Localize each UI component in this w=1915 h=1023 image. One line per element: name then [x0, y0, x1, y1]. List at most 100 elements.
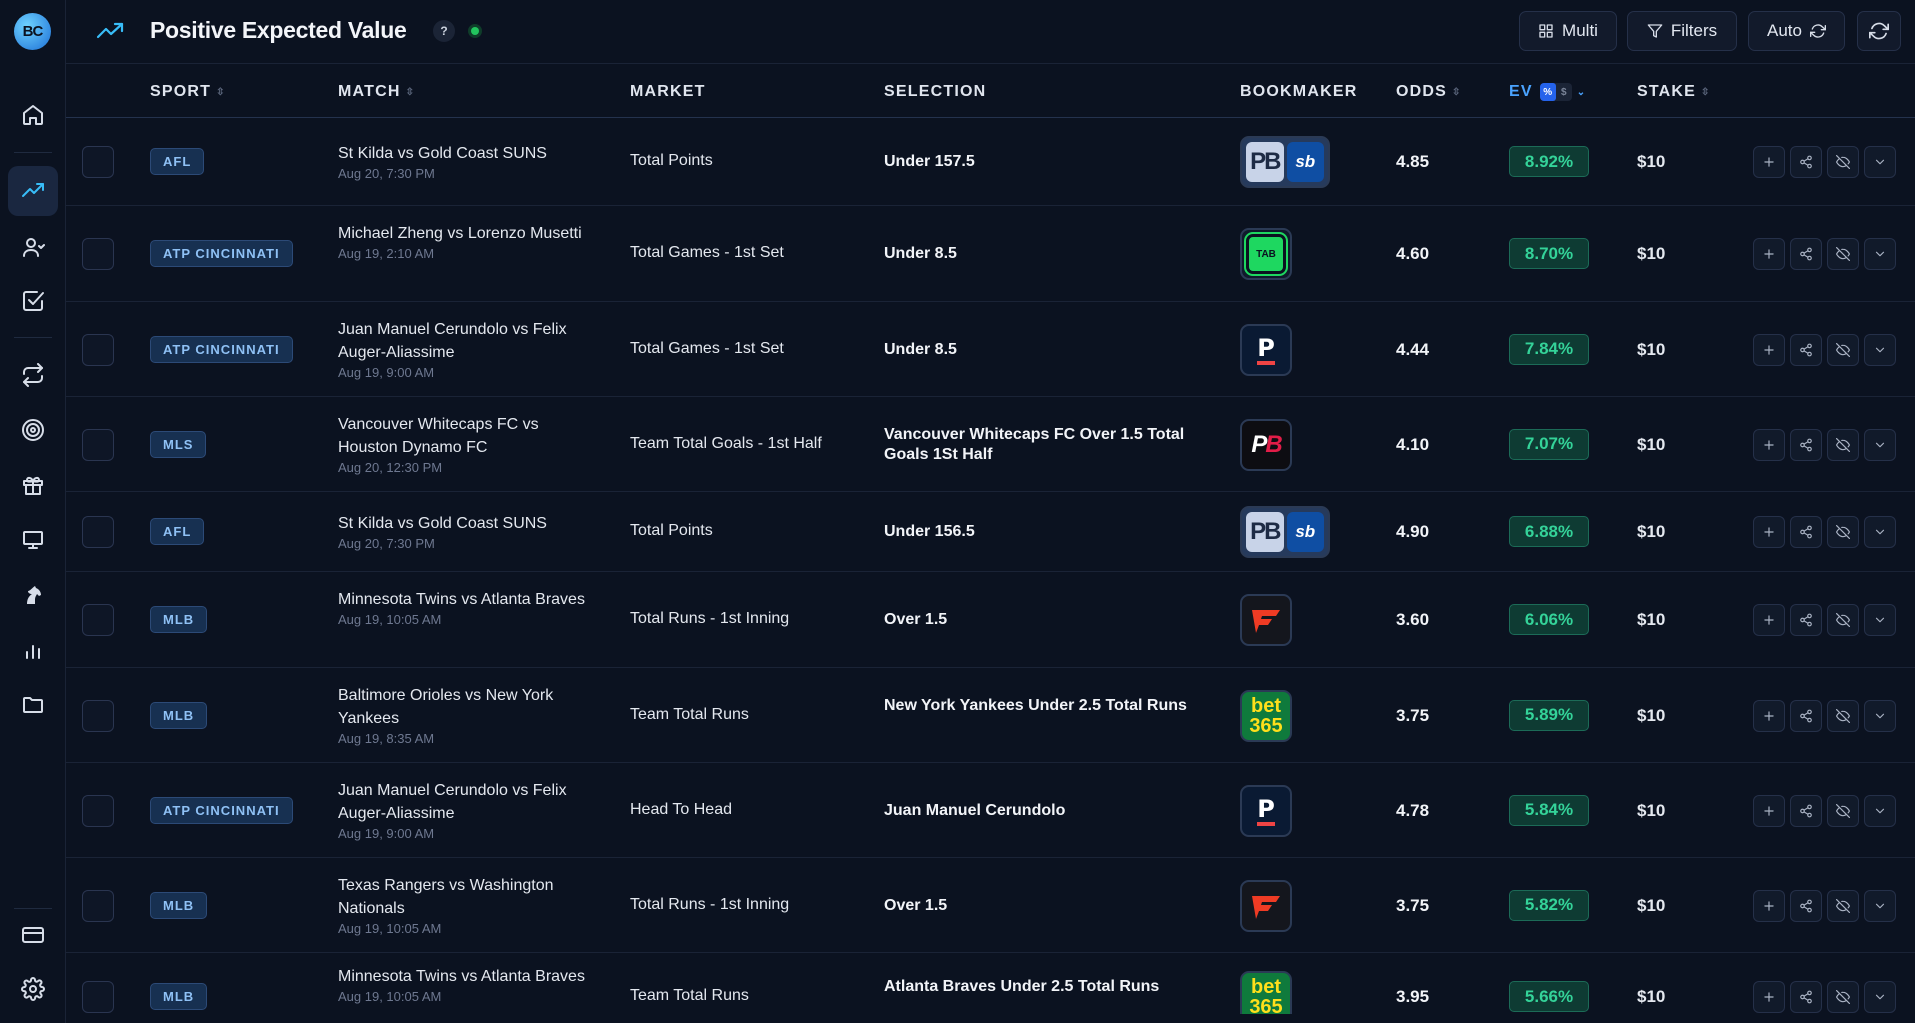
expand-button[interactable] — [1864, 699, 1896, 732]
multi-button[interactable]: Multi — [1519, 11, 1617, 51]
table-row[interactable]: MLB Texas Rangers vs Washington National… — [66, 858, 1915, 953]
hide-button[interactable] — [1827, 146, 1859, 178]
share-button[interactable] — [1790, 333, 1822, 366]
add-bet-button[interactable] — [1753, 889, 1785, 922]
expand-button[interactable] — [1864, 794, 1896, 827]
gift-icon[interactable] — [8, 460, 58, 510]
match-cell[interactable]: Baltimore Orioles vs New York Yankees Au… — [338, 684, 598, 748]
expand-button[interactable] — [1864, 604, 1896, 636]
monitor-icon[interactable] — [8, 515, 58, 565]
dollar-toggle[interactable]: $ — [1556, 83, 1572, 101]
auto-button[interactable]: Auto — [1748, 11, 1845, 51]
expand-button[interactable] — [1864, 516, 1896, 548]
match-cell[interactable]: Vancouver Whitecaps FC vs Houston Dynamo… — [338, 413, 598, 477]
add-bet-button[interactable] — [1753, 981, 1785, 1013]
hide-button[interactable] — [1827, 428, 1859, 461]
bookmaker-cell[interactable]: PB — [1240, 418, 1292, 471]
expand-button[interactable] — [1864, 238, 1896, 270]
table-row[interactable]: AFL St Kilda vs Gold Coast SUNS Aug 20, … — [66, 492, 1915, 572]
expand-button[interactable] — [1864, 981, 1896, 1013]
match-cell[interactable]: Minnesota Twins vs Atlanta Braves Aug 19… — [338, 965, 598, 1006]
row-checkbox[interactable] — [82, 238, 114, 270]
hide-button[interactable] — [1827, 333, 1859, 366]
column-match[interactable]: MATCH ⇳ — [338, 83, 414, 101]
row-checkbox[interactable] — [82, 428, 114, 461]
expand-button[interactable] — [1864, 146, 1896, 178]
match-cell[interactable]: Minnesota Twins vs Atlanta Braves Aug 19… — [338, 588, 598, 629]
column-sport[interactable]: SPORT ⇳ — [150, 83, 225, 101]
hide-button[interactable] — [1827, 981, 1859, 1013]
match-name[interactable]: Juan Manuel Cerundolo vs Felix Auger-Ali… — [338, 779, 598, 825]
match-cell[interactable]: Juan Manuel Cerundolo vs Felix Auger-Ali… — [338, 318, 598, 382]
refresh-button[interactable] — [1857, 11, 1901, 51]
match-name[interactable]: Baltimore Orioles vs New York Yankees — [338, 684, 598, 730]
target-icon[interactable] — [8, 405, 58, 455]
share-button[interactable] — [1790, 428, 1822, 461]
hide-button[interactable] — [1827, 238, 1859, 270]
share-button[interactable] — [1790, 238, 1822, 270]
bookmaker-cell[interactable] — [1240, 594, 1292, 646]
row-checkbox[interactable] — [82, 333, 114, 366]
row-checkbox[interactable] — [82, 516, 114, 548]
share-button[interactable] — [1790, 794, 1822, 827]
row-checkbox[interactable] — [82, 146, 114, 178]
row-checkbox[interactable] — [82, 699, 114, 732]
bookmaker-cell[interactable]: PB sb — [1240, 136, 1330, 188]
settings-icon[interactable] — [8, 964, 58, 1014]
expand-button[interactable] — [1864, 889, 1896, 922]
add-bet-button[interactable] — [1753, 428, 1785, 461]
hide-button[interactable] — [1827, 889, 1859, 922]
match-name[interactable]: Juan Manuel Cerundolo vs Felix Auger-Ali… — [338, 318, 598, 364]
add-bet-button[interactable] — [1753, 516, 1785, 548]
bar-chart-icon[interactable] — [8, 625, 58, 675]
match-cell[interactable]: Michael Zheng vs Lorenzo Musetti Aug 19,… — [338, 222, 598, 263]
hide-button[interactable] — [1827, 794, 1859, 827]
home-icon[interactable] — [8, 90, 58, 140]
folder-icon[interactable] — [8, 680, 58, 730]
match-cell[interactable]: St Kilda vs Gold Coast SUNS Aug 20, 7:30… — [338, 512, 598, 553]
match-name[interactable]: Texas Rangers vs Washington Nationals — [338, 874, 598, 920]
share-button[interactable] — [1790, 889, 1822, 922]
credit-card-icon[interactable] — [8, 910, 58, 960]
match-name[interactable]: St Kilda vs Gold Coast SUNS — [338, 512, 598, 535]
filters-button[interactable]: Filters — [1627, 11, 1737, 51]
bookmaker-cell[interactable]: PB sb — [1240, 506, 1330, 558]
add-bet-button[interactable] — [1753, 699, 1785, 732]
share-button[interactable] — [1790, 699, 1822, 732]
column-ev[interactable]: EV % $ ⌄ — [1509, 83, 1585, 101]
bookmaker-cell[interactable]: TAB — [1240, 228, 1292, 280]
table-row[interactable]: ATP CINCINNATI Juan Manuel Cerundolo vs … — [66, 763, 1915, 858]
hide-button[interactable] — [1827, 699, 1859, 732]
bookmaker-cell[interactable]: bet 365 — [1240, 689, 1292, 742]
match-cell[interactable]: St Kilda vs Gold Coast SUNS Aug 20, 7:30… — [338, 142, 598, 183]
bookmaker-cell[interactable]: P — [1240, 784, 1292, 837]
app-logo[interactable]: BC — [14, 13, 51, 50]
ev-unit-toggle[interactable]: % $ — [1539, 83, 1572, 101]
match-name[interactable]: Minnesota Twins vs Atlanta Braves — [338, 588, 598, 611]
match-name[interactable]: St Kilda vs Gold Coast SUNS — [338, 142, 598, 165]
column-stake[interactable]: STAKE ⇳ — [1637, 83, 1709, 101]
match-cell[interactable]: Texas Rangers vs Washington Nationals Au… — [338, 874, 598, 938]
help-icon[interactable]: ? — [433, 20, 455, 42]
share-button[interactable] — [1790, 604, 1822, 636]
share-button[interactable] — [1790, 146, 1822, 178]
match-name[interactable]: Minnesota Twins vs Atlanta Braves — [338, 965, 598, 988]
share-button[interactable] — [1790, 516, 1822, 548]
column-odds[interactable]: ODDS ⇳ — [1396, 83, 1460, 101]
add-bet-button[interactable] — [1753, 333, 1785, 366]
bookmaker-cell[interactable] — [1240, 879, 1292, 932]
trending-up-icon[interactable] — [8, 166, 58, 216]
row-checkbox[interactable] — [82, 604, 114, 636]
add-bet-button[interactable] — [1753, 146, 1785, 178]
add-bet-button[interactable] — [1753, 794, 1785, 827]
share-button[interactable] — [1790, 981, 1822, 1013]
repeat-icon[interactable] — [8, 350, 58, 400]
table-row[interactable]: MLB Minnesota Twins vs Atlanta Braves Au… — [66, 953, 1915, 1023]
match-name[interactable]: Michael Zheng vs Lorenzo Musetti — [338, 222, 598, 245]
table-row[interactable]: MLS Vancouver Whitecaps FC vs Houston Dy… — [66, 397, 1915, 492]
user-icon[interactable] — [8, 222, 58, 272]
table-row[interactable]: ATP CINCINNATI Juan Manuel Cerundolo vs … — [66, 302, 1915, 397]
table-row[interactable]: ATP CINCINNATI Michael Zheng vs Lorenzo … — [66, 206, 1915, 302]
hide-button[interactable] — [1827, 516, 1859, 548]
horse-icon[interactable] — [8, 570, 58, 620]
